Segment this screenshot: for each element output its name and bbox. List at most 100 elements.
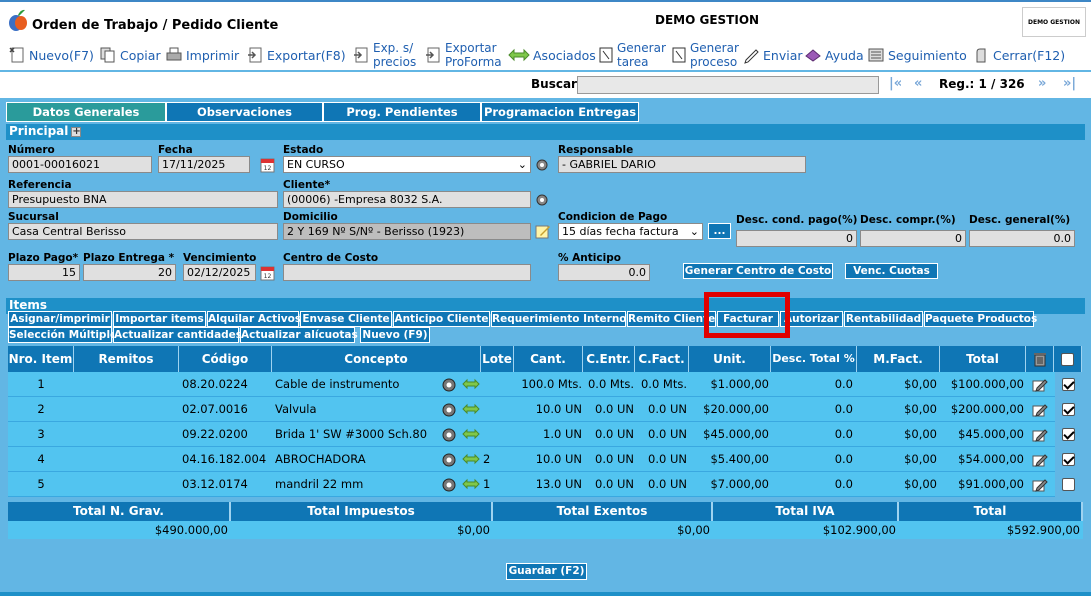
generar-proceso-button[interactable]: Generar proceso: [671, 40, 739, 70]
alquilar-activos-button[interactable]: Alquilar Activos: [207, 311, 301, 327]
anticipo-cliente-button[interactable]: Anticipo Cliente: [393, 311, 490, 327]
nav-first-button[interactable]: |«: [889, 76, 902, 91]
nuevo-button[interactable]: Nuevo(F7): [8, 40, 94, 70]
item-arrows-icon[interactable]: [462, 401, 480, 417]
exportar-button[interactable]: Exportar(F8): [246, 40, 346, 70]
table-row[interactable]: 3 09.22.0200 Brida 1' SW #3000 Sch.80 1.0 U…: [8, 422, 1075, 447]
item-gear-icon[interactable]: [441, 477, 457, 493]
responsable-field[interactable]: - GABRIEL DARIO: [558, 156, 806, 173]
copiar-button[interactable]: Copiar: [99, 40, 161, 70]
trash-icon[interactable]: [1033, 351, 1047, 367]
item-arrows-icon[interactable]: [462, 451, 480, 467]
paquete-productos-button[interactable]: Paquete Productos: [924, 311, 1037, 327]
desc-general-field[interactable]: 0.0: [969, 230, 1075, 247]
row-checkbox[interactable]: [1062, 428, 1075, 441]
cerrar-button[interactable]: Cerrar(F12): [972, 40, 1065, 70]
anticipo-field[interactable]: 0.0: [558, 264, 650, 281]
imprimir-button[interactable]: Imprimir: [165, 40, 239, 70]
row-checkbox[interactable]: [1062, 378, 1075, 391]
search-input[interactable]: [577, 76, 879, 94]
seleccion-multiple-button[interactable]: Selección Múltiple: [8, 327, 117, 343]
edit-row-icon[interactable]: [1032, 377, 1048, 393]
ayuda-button[interactable]: Ayuda: [804, 40, 864, 70]
edit-row-icon[interactable]: [1032, 477, 1048, 493]
item-gear-icon[interactable]: [441, 377, 457, 393]
centro-costo-field[interactable]: [283, 264, 531, 281]
venc-cuotas-button[interactable]: Venc. Cuotas: [845, 263, 938, 279]
expand-icon[interactable]: +: [71, 126, 82, 137]
nav-next-button[interactable]: »: [1038, 76, 1046, 91]
edit-row-icon[interactable]: [1032, 402, 1048, 418]
domicilio-field[interactable]: 2 Y 169 Nº S/Nº - Berisso (1923): [283, 223, 531, 240]
tab-observaciones[interactable]: Observaciones: [166, 102, 323, 122]
asociados-button[interactable]: Asociados: [508, 40, 596, 70]
envase-cliente-button[interactable]: Envase Cliente: [300, 311, 392, 327]
guardar-button[interactable]: Guardar (F2): [506, 563, 587, 580]
asignar-imprimir-button[interactable]: Asignar/imprimir: [8, 311, 112, 327]
sucursal-field[interactable]: Casa Central Berisso: [8, 223, 278, 240]
condicion-pago-select[interactable]: 15 días fecha factura ⌄: [558, 223, 703, 240]
nav-last-button[interactable]: »|: [1063, 76, 1076, 91]
plazo-entrega-label: Plazo Entrega *: [83, 252, 175, 264]
table-row[interactable]: 4 04.16.182.004 ABROCHADORA 2 10.0 UN 0.0 UN 0…: [8, 447, 1075, 472]
edit-row-icon[interactable]: [1032, 452, 1048, 468]
cell-mfact: $0,00: [904, 477, 937, 491]
vencimiento-calendar-icon[interactable]: 12: [260, 265, 276, 281]
condicion-more-button[interactable]: ...: [708, 223, 731, 239]
cell-concepto: Cable de instrumento: [275, 377, 400, 391]
importar-items-button[interactable]: Importar items: [113, 311, 206, 327]
actualizar-alicuotas-button[interactable]: Actualizar alícuotas: [240, 327, 358, 343]
nav-prev-button[interactable]: «: [914, 76, 922, 91]
generar-tarea-button[interactable]: Generar tarea: [598, 40, 666, 70]
tab-datos-generales[interactable]: Datos Generales: [6, 102, 166, 122]
exportar-proforma-button[interactable]: Exportar ProForma: [424, 40, 502, 70]
generar-centro-costo-button[interactable]: Generar Centro de Costo: [683, 263, 833, 279]
row-checkbox[interactable]: [1062, 478, 1075, 491]
row-checkbox[interactable]: [1062, 453, 1075, 466]
item-arrows-icon[interactable]: [462, 376, 480, 392]
cliente-field[interactable]: (00006) -Empresa 8032 S.A.: [283, 191, 531, 208]
item-gear-icon[interactable]: [441, 402, 457, 418]
client-gear-icon[interactable]: [534, 192, 550, 208]
requerimiento-interno-button[interactable]: Requerimiento Interno: [491, 311, 627, 327]
table-row[interactable]: 2 02.07.0016 Valvula 10.0 UN 0.0 UN 0.0 UN $20…: [8, 397, 1075, 422]
item-gear-icon[interactable]: [441, 427, 457, 443]
nuevo-item-button[interactable]: Nuevo (F9): [360, 327, 430, 343]
vencimiento-field[interactable]: 02/12/2025: [183, 264, 256, 281]
gear-icon[interactable]: [534, 157, 550, 173]
search-bar: Buscar |« « Reg.: 1 / 326 » »|: [0, 72, 1091, 98]
exp-sin-precios-button[interactable]: Exp. s/precios: [352, 40, 416, 70]
table-row[interactable]: 1 08.20.0224 Cable de instrumento 100.0 Mts…: [8, 372, 1075, 397]
cell-cfact: 0.0 Mts.: [640, 377, 687, 391]
item-gear-icon[interactable]: [441, 452, 457, 468]
cell-remitos: [74, 422, 179, 447]
desc-compr-field[interactable]: 0: [860, 230, 966, 247]
copy-icon: [100, 47, 115, 63]
calendar-icon[interactable]: 12: [260, 157, 276, 173]
cell-total: $54.000,00: [958, 452, 1024, 466]
tab-prog-pendientes[interactable]: Prog. Pendientes: [323, 102, 481, 122]
remito-cliente-button[interactable]: Remito Cliente: [627, 311, 716, 327]
help-icon: [805, 49, 821, 62]
select-all-checkbox[interactable]: [1061, 352, 1074, 366]
referencia-field[interactable]: Presupuesto BNA: [8, 191, 278, 208]
item-arrows-icon[interactable]: [462, 476, 480, 492]
domicilio-label: Domicilio: [283, 211, 338, 223]
total-exentos-header: Total Exentos: [493, 502, 713, 521]
edit-address-icon[interactable]: [535, 223, 551, 239]
rentabilidad-button[interactable]: Rentabilidad: [844, 311, 923, 327]
tab-programacion-entregas[interactable]: Programacion Entregas: [481, 102, 639, 122]
row-checkbox[interactable]: [1062, 403, 1075, 416]
edit-row-icon[interactable]: [1032, 427, 1048, 443]
seguimiento-button[interactable]: Seguimiento: [867, 40, 967, 70]
numero-field[interactable]: 0001-00016021: [8, 156, 152, 173]
table-row[interactable]: 5 03.12.0174 mandril 22 mm 1 13.0 UN 0.0 UN 0.…: [8, 472, 1075, 497]
desc-cond-pago-field[interactable]: 0: [736, 230, 857, 247]
plazo-pago-field[interactable]: 15: [8, 264, 80, 281]
item-arrows-icon[interactable]: [462, 426, 480, 442]
actualizar-cantidades-button[interactable]: Actualizar cantidades: [113, 327, 242, 343]
estado-select[interactable]: EN CURSO ⌄: [283, 156, 531, 173]
fecha-field[interactable]: 17/11/2025: [158, 156, 250, 173]
plazo-entrega-field[interactable]: 20: [83, 264, 176, 281]
enviar-button[interactable]: Enviar: [744, 40, 803, 70]
